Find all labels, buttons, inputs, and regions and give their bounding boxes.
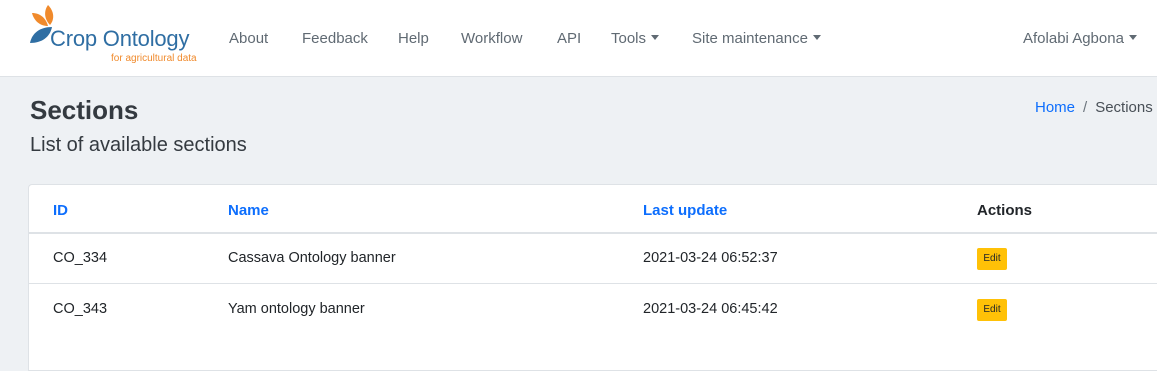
top-navbar: Crop Ontology for agricultural data Abou… — [0, 0, 1157, 77]
breadcrumb-separator: / — [1083, 99, 1088, 116]
caret-down-icon — [1128, 35, 1137, 40]
user-name: Afolabi Agbona — [1023, 30, 1124, 47]
cell-id: CO_334 — [53, 250, 108, 266]
page-subtitle: List of available sections — [30, 134, 247, 156]
brand-title: Crop Ontology — [50, 26, 190, 51]
brand-tagline: for agricultural data — [111, 53, 197, 64]
breadcrumb-current: Sections — [1095, 99, 1153, 116]
cell-name: Cassava Ontology banner — [228, 250, 396, 266]
user-menu-dropdown[interactable]: Afolabi Agbona — [1023, 30, 1137, 47]
nav-site-maintenance-dropdown[interactable]: Site maintenance — [692, 30, 821, 47]
nav-api[interactable]: API — [557, 30, 581, 47]
nav-about[interactable]: About — [229, 30, 268, 47]
column-header-id[interactable]: ID — [53, 202, 68, 219]
edit-button[interactable]: Edit — [977, 299, 1007, 321]
cell-id: CO_343 — [53, 301, 108, 317]
cell-last-update: 2021-03-24 06:52:37 — [643, 250, 778, 266]
header-divider — [29, 232, 1157, 234]
breadcrumb-home-link[interactable]: Home — [1035, 99, 1075, 116]
edit-button[interactable]: Edit — [977, 248, 1007, 270]
nav-tools-dropdown[interactable]: Tools — [611, 30, 660, 47]
row-divider — [29, 283, 1157, 284]
caret-down-icon — [651, 35, 660, 40]
nav-site-maintenance-label: Site maintenance — [692, 30, 808, 47]
caret-down-icon — [812, 35, 821, 40]
column-header-actions: Actions — [977, 202, 1033, 219]
cell-name: Yam ontology banner — [228, 301, 365, 317]
nav-feedback[interactable]: Feedback — [302, 30, 368, 47]
brand-logo[interactable]: Crop Ontology for agricultural data — [28, 3, 208, 67]
sections-table-card: ID Name Last update Actions CO_334 Cassa… — [28, 184, 1157, 371]
nav-workflow[interactable]: Workflow — [461, 30, 522, 47]
cell-last-update: 2021-03-24 06:45:42 — [643, 301, 778, 317]
column-header-name[interactable]: Name — [228, 202, 269, 219]
column-header-last-update[interactable]: Last update — [643, 202, 727, 219]
breadcrumb: Home / Sections — [1035, 99, 1153, 116]
page-title: Sections — [30, 95, 139, 125]
nav-help[interactable]: Help — [398, 30, 429, 47]
nav-tools-label: Tools — [611, 30, 647, 47]
